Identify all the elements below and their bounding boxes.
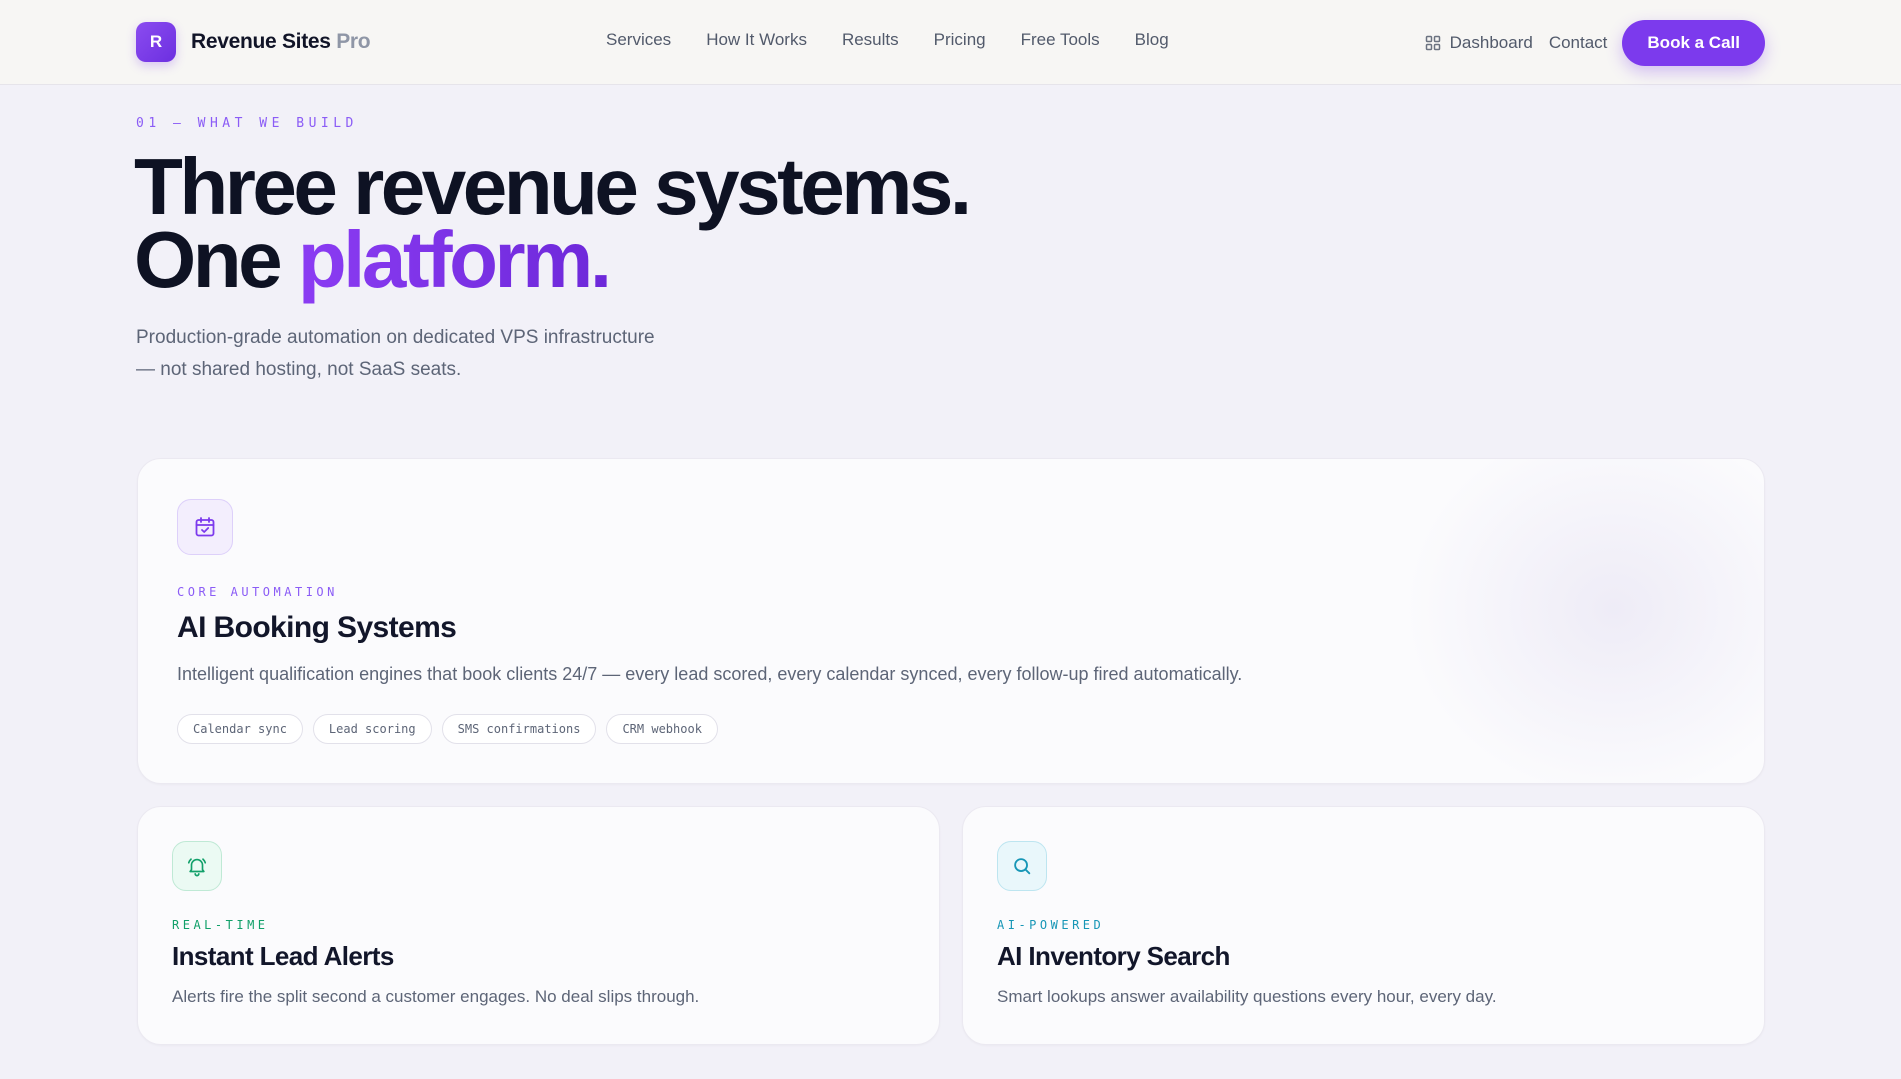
headline-accent-word: platform. [297, 215, 612, 304]
card-description: Intelligent qualification engines that b… [177, 664, 1243, 684]
brand-logo[interactable]: R Revenue Sites Pro [136, 22, 371, 62]
card-ai-inventory-search[interactable]: AI-POWERED AI Inventory Search Smart loo… [962, 806, 1765, 1045]
search-icon [997, 841, 1047, 891]
dashboard-link[interactable]: Dashboard [1425, 33, 1533, 53]
logo-badge: R [136, 22, 176, 62]
nav-link-how-it-works[interactable]: How It Works [706, 30, 807, 50]
nav-link-blog[interactable]: Blog [1135, 30, 1169, 50]
main-nav: Services How It Works Results Pricing Fr… [606, 30, 1169, 50]
card-title: AI Inventory Search [997, 941, 1230, 971]
chip-calendar-sync: Calendar sync [177, 714, 303, 744]
brand-name-main: Revenue Sites [191, 30, 331, 53]
hero-subtitle: Production-grade automation on dedicated… [136, 327, 655, 380]
page-headline: Three revenue systems. One platform. [134, 147, 972, 300]
brand-name: Revenue Sites Pro [191, 30, 371, 54]
chip-crm-webhook: CRM webhook [606, 714, 718, 744]
nav-link-free-tools[interactable]: Free Tools [1021, 30, 1100, 50]
section-eyebrow: 01 — WHAT WE BUILD [136, 116, 358, 131]
nav-link-results[interactable]: Results [842, 30, 899, 50]
brand-name-suffix: Pro [336, 30, 371, 53]
card-ai-booking-systems[interactable]: CORE AUTOMATION AI Booking Systems Intel… [137, 458, 1765, 784]
bell-ring-icon [172, 841, 222, 891]
chip-sms-confirmations: SMS confirmations [441, 714, 597, 744]
card-category-tag: AI-POWERED [997, 918, 1105, 932]
card-category-tag: REAL-TIME [172, 918, 269, 932]
nav-link-services[interactable]: Services [606, 30, 671, 50]
nav-link-pricing[interactable]: Pricing [934, 30, 986, 50]
card-category-tag: CORE AUTOMATION [177, 585, 338, 599]
calendar-check-icon [177, 499, 233, 555]
top-navbar: R Revenue Sites Pro Services How It Work… [0, 0, 1901, 85]
card-description: Alerts fire the split second a customer … [172, 987, 700, 1006]
headline-line-2-prefix: One [134, 215, 298, 304]
dashboard-label: Dashboard [1449, 33, 1533, 52]
book-a-call-button[interactable]: Book a Call [1622, 20, 1765, 66]
nav-actions: Dashboard Contact Book a Call [1425, 20, 1765, 66]
card-description: Smart lookups answer availability questi… [997, 987, 1497, 1006]
dashboard-grid-icon [1425, 35, 1440, 51]
card-instant-lead-alerts[interactable]: REAL-TIME Instant Lead Alerts Alerts fir… [137, 806, 940, 1045]
contact-link[interactable]: Contact [1549, 33, 1608, 53]
card-glow-decoration [1404, 459, 1764, 783]
card-title: Instant Lead Alerts [172, 941, 394, 971]
chip-lead-scoring: Lead scoring [312, 714, 432, 744]
card-title: AI Booking Systems [177, 611, 457, 644]
feature-chips: Calendar sync Lead scoring SMS confirmat… [177, 714, 718, 744]
